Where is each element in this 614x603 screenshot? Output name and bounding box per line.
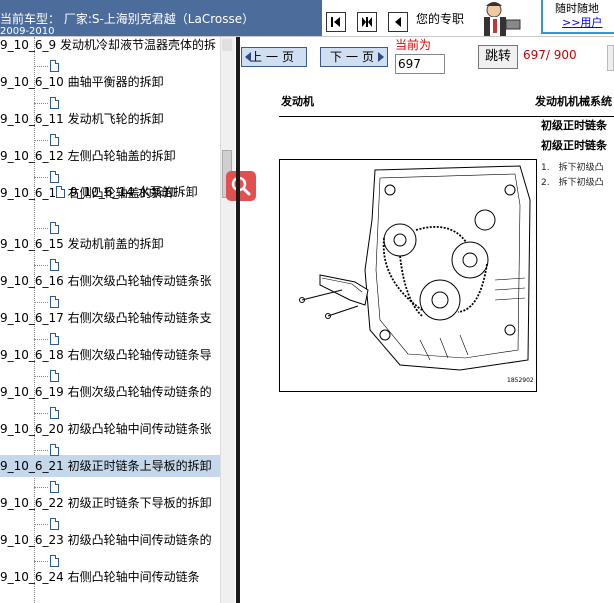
car-model-year: 2009-2010	[0, 26, 55, 37]
page-count: 697/ 900	[523, 48, 577, 62]
search-button[interactable]	[226, 171, 256, 201]
magnifier-icon	[231, 176, 251, 196]
section-title-2: 初级正时链条	[541, 139, 607, 152]
mascot-icon	[472, 0, 530, 36]
tree-item-label: 9_10_6_17 右侧次级凸轮轴传动链条支	[0, 311, 212, 325]
document-icon	[56, 186, 65, 198]
tree-item-label: 9_10_6_22 初级正时链条下导板的拆卸	[0, 496, 212, 510]
tree-connector	[34, 140, 48, 141]
tree-item[interactable]: 9_10_6_20 初级凸轮轴中间传动链条张	[0, 407, 220, 440]
step-1: 1. 拆下初级凸	[541, 163, 604, 173]
scroll-up-arrow[interactable]	[222, 39, 232, 51]
tree-item[interactable]: 9_10_6_16 右侧次级凸轮轴传动链条张	[0, 259, 220, 292]
tree-connector	[34, 376, 48, 377]
car-model-title: 当前车型： 厂家:S-上海别克君越（LaCrosse）	[0, 12, 255, 26]
fit-page-button[interactable]	[357, 12, 377, 32]
tree-connector	[34, 487, 48, 488]
right-triangle-icon	[378, 52, 384, 62]
tree-connector	[34, 339, 48, 340]
tree-item[interactable]: 9_10_6_22 初级正时链条下导板的拆卸	[0, 481, 220, 514]
tree-item-label: 9_10_6_14 水泵的拆卸	[70, 185, 198, 199]
tree-item[interactable]: 9_10_6_17 右侧次级凸轮轴传动链条支	[0, 296, 220, 329]
tree-item-label: 9_10_6_23 初级凸轮轴中间传动链条的	[0, 533, 212, 547]
tree-connector	[34, 450, 48, 451]
step-2: 2. 拆下初级凸	[541, 178, 604, 188]
tree-connector	[34, 177, 48, 178]
tree-item-label: 9_10_6_19 右侧次级凸轮轴传动链条的	[0, 385, 212, 399]
engine-figure	[279, 159, 537, 392]
tree-item-label: 9_10_6_10 曲轴平衡器的拆卸	[0, 75, 164, 89]
tree-item[interactable]: 9_10_6_23 初级凸轮轴中间传动链条的	[0, 518, 220, 551]
page-number-input[interactable]	[395, 54, 445, 74]
tree-connector	[34, 302, 48, 303]
tree-item-label: 9_10_6_12 左侧凸轮轴盖的拆卸	[0, 149, 176, 163]
tree-item-label: 9_10_6_15 发动机前盖的拆卸	[0, 237, 164, 251]
figure-code: 1852902	[507, 377, 534, 384]
tree-item[interactable]: 9_10_6_11 发动机飞轮的拆卸	[0, 97, 220, 130]
user-link[interactable]: >>用户	[562, 14, 602, 30]
tree-connector	[34, 228, 48, 229]
tree-connector	[34, 66, 48, 67]
tree-item-label: 9_10_6_11 发动机飞轮的拆卸	[0, 112, 164, 126]
prev-arrow-icon	[395, 17, 401, 27]
tree-item[interactable]: 9_10_6_10 曲轴平衡器的拆卸	[0, 60, 220, 93]
tree-item[interactable]: 9_10_6_14 水泵的拆卸	[0, 181, 220, 203]
next-page-button[interactable]: 下一页	[320, 47, 388, 67]
tree-connector	[34, 524, 48, 525]
fit-page-icon	[362, 17, 372, 27]
top-bar: 当前车型： 厂家:S-上海别克君越（LaCrosse） 2009-2010 您的…	[0, 0, 614, 37]
tree-item[interactable]: 9_10_6_24 右侧凸轮轴中间传动链条	[0, 555, 220, 588]
left-triangle-icon	[245, 52, 251, 62]
professional-text: 您的专职	[416, 12, 465, 26]
timing-chain-illustration	[299, 165, 531, 371]
prev-page-label: 上一页	[249, 50, 298, 64]
doc-header-left: 发动机	[281, 95, 314, 108]
current-page-label: 当前为	[395, 38, 432, 52]
prev-arrow-button[interactable]	[388, 12, 408, 32]
tree-item-label: 9_10_6_24 右侧凸轮轴中间传动链条	[0, 570, 200, 584]
tree-scrollbar[interactable]	[220, 37, 235, 603]
tree-item-label: 9_10_6_21 初级正时链条上导板的拆卸	[0, 459, 212, 473]
next-page-label: 下一页	[329, 50, 378, 64]
tree-connector	[34, 413, 48, 414]
prev-page-button[interactable]: 上一页	[241, 47, 307, 67]
toolbar-edge-control[interactable]	[607, 45, 614, 71]
tree-connector	[34, 265, 48, 266]
tree-item-label: 9_10_6_16 右侧次级凸轮轴传动链条张	[0, 274, 212, 288]
tree-item-label: 9_10_6_9 发动机冷却液节温器壳体的拆	[0, 38, 216, 52]
tree-item-label: 9_10_6_20 初级凸轮轴中间传动链条张	[0, 422, 212, 436]
tree-connector	[34, 103, 48, 104]
tree-item[interactable]: 9_10_6_9 发动机冷却液节温器壳体的拆	[0, 37, 220, 56]
jump-button[interactable]: 跳转	[478, 45, 518, 69]
first-page-button[interactable]	[326, 12, 346, 32]
tree-item[interactable]: 9_10_6_21 初级正时链条上导板的拆卸	[0, 444, 220, 477]
tree-item[interactable]: 9_10_6_18 右侧次级凸轮轴传动链条导	[0, 333, 220, 366]
tree-item[interactable]: 9_10_6_15 发动机前盖的拆卸	[0, 222, 220, 255]
tree-item-label: 9_10_6_18 右侧次级凸轮轴传动链条导	[0, 348, 212, 362]
tree-connector	[34, 561, 48, 562]
doc-header-right: 发动机机械系统	[535, 95, 612, 108]
section-title-1: 初级正时链条	[541, 119, 607, 132]
chapter-tree: 9_10_6_9 发动机冷却液节温器壳体的拆 9_10_6_10 曲轴平衡器的拆卸…	[0, 37, 220, 603]
tree-item[interactable]: 9_10_6_12 左侧凸轮轴盖的拆卸	[0, 134, 220, 167]
first-page-icon	[331, 17, 340, 27]
pane-divider[interactable]	[236, 37, 240, 603]
tree-item[interactable]: 9_10_6_19 右侧次级凸轮轴传动链条的	[0, 370, 220, 403]
